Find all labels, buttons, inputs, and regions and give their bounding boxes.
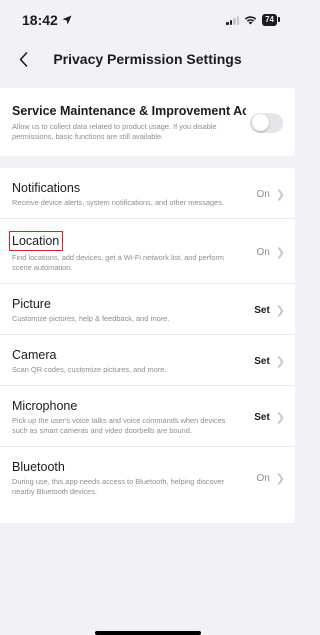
- chevron-right-icon: ❯: [275, 355, 285, 368]
- permission-value: Set ❯: [248, 355, 285, 368]
- permissions-list: Notifications Receive device alerts, sys…: [0, 168, 295, 523]
- nav-bar: Privacy Permission Settings: [0, 40, 295, 78]
- chevron-right-icon: ❯: [275, 411, 285, 424]
- permission-title: Notifications: [12, 181, 81, 195]
- location-arrow-icon: [62, 15, 72, 25]
- permission-value: On ❯: [250, 472, 285, 485]
- status-bar: 18:42 74: [0, 0, 295, 40]
- status-time: 18:42: [22, 12, 72, 28]
- permission-description: During use, this app needs access to Blu…: [12, 477, 224, 496]
- permission-title: Bluetooth: [12, 460, 65, 474]
- toggle-knob: [251, 114, 269, 131]
- permission-value: On ❯: [250, 188, 285, 201]
- permission-description: Customize pictures, help & feedback, and…: [12, 314, 170, 323]
- permission-description: Pick up the user's voice talks and voice…: [12, 416, 226, 435]
- permission-status: On: [256, 246, 270, 258]
- service-maintenance-title: Service Maintenance & Improvement Acti..…: [12, 104, 246, 118]
- permission-status: Set: [254, 304, 270, 316]
- permission-value: On ❯: [250, 246, 285, 259]
- permission-value: Set ❯: [248, 304, 285, 317]
- permission-status: Set: [254, 411, 270, 423]
- permission-row-picture[interactable]: Picture Customize pictures, help & feedb…: [0, 284, 295, 335]
- status-icons: 74: [226, 14, 280, 26]
- permission-row-camera[interactable]: Camera Scan QR codes, customize pictures…: [0, 335, 295, 386]
- status-time-text: 18:42: [22, 12, 58, 28]
- service-maintenance-card: Service Maintenance & Improvement Acti..…: [0, 88, 295, 156]
- permission-description: Scan QR codes, customize pictures, and m…: [12, 365, 167, 374]
- service-maintenance-description: Allow us to collect data related to prod…: [12, 122, 217, 141]
- cellular-signal-icon: [226, 15, 240, 25]
- permission-title: Location: [12, 234, 60, 248]
- permission-value: Set ❯: [248, 411, 285, 424]
- permission-title: Microphone: [12, 399, 78, 413]
- permission-status: Set: [254, 355, 270, 367]
- permission-status: On: [256, 472, 270, 484]
- chevron-right-icon: ❯: [275, 304, 285, 317]
- home-indicator: [94, 631, 201, 635]
- permission-description: Receive device alerts, system notificati…: [12, 198, 224, 207]
- chevron-right-icon: ❯: [275, 188, 285, 201]
- permission-title: Camera: [12, 348, 57, 362]
- permission-row-bluetooth[interactable]: Bluetooth During use, this app needs acc…: [0, 447, 295, 523]
- permission-description: Find locations, add devices, get a Wi-Fi…: [12, 253, 224, 272]
- permission-row-microphone[interactable]: Microphone Pick up the user's voice talk…: [0, 386, 295, 447]
- chevron-right-icon: ❯: [275, 472, 285, 485]
- back-button[interactable]: [8, 40, 38, 78]
- permission-status: On: [256, 188, 270, 200]
- service-maintenance-toggle[interactable]: [250, 112, 283, 133]
- permission-title: Picture: [12, 297, 51, 311]
- location-title-highlight: Location: [9, 231, 64, 251]
- battery-icon: 74: [262, 14, 280, 26]
- wifi-icon: [244, 16, 257, 25]
- permission-row-location[interactable]: Location Find locations, add devices, ge…: [0, 219, 295, 284]
- chevron-left-icon: [19, 51, 27, 67]
- permission-row-notifications[interactable]: Notifications Receive device alerts, sys…: [0, 168, 295, 219]
- page-title: Privacy Permission Settings: [53, 51, 242, 67]
- chevron-right-icon: ❯: [275, 246, 285, 259]
